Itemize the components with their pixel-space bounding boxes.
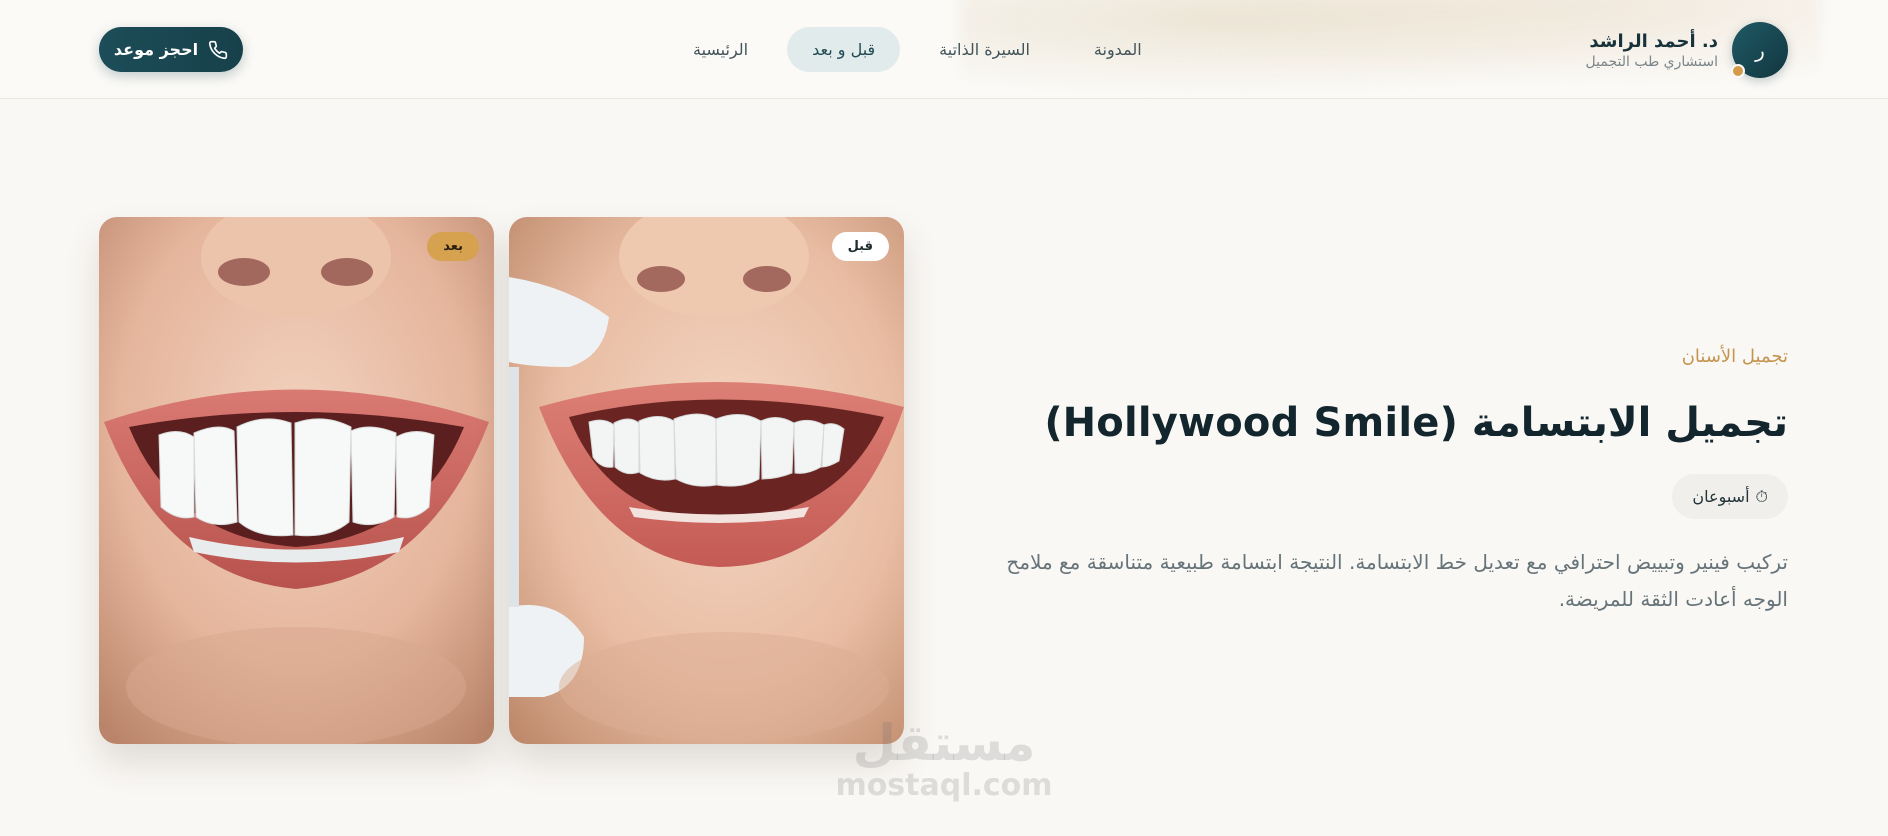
after-badge: بعد [427,232,479,261]
book-appointment-button[interactable]: احجز موعد [99,27,243,72]
main-nav: الرئيسية قبل و بعد السيرة الذاتية المدون… [668,27,1167,72]
case-title: تجميل الابتسامة (Hollywood Smile) [1044,400,1788,446]
after-photo[interactable]: بعد [99,217,494,744]
brand-text: د. أحمد الراشد استشاري طب التجميل [1586,31,1718,70]
watermark: مستقل mostaql.com [834,716,1054,802]
brand-subtitle: استشاري طب التجميل [1585,53,1718,70]
duration-label: أسبوعان [1692,487,1750,506]
brand[interactable]: ر د. أحمد الراشد استشاري طب التجميل [1586,21,1788,79]
after-smile-image [99,217,494,744]
status-dot [1731,64,1745,78]
before-photo[interactable]: قبل [509,217,904,744]
before-badge: قبل [831,232,889,261]
case-description: تركيب فينير وتبييض احترافي مع تعديل خط ا… [1006,550,1788,611]
nav-item-blog[interactable]: المدونة [1069,27,1167,72]
nav-item-cv[interactable]: السيرة الذاتية [914,27,1055,72]
brand-name: د. أحمد الراشد [1589,30,1718,52]
watermark-latin: mostaql.com [835,768,1053,803]
book-appointment-label: احجز موعد [113,40,199,59]
avatar-letter: ر [1755,38,1765,62]
nav-item-before-after[interactable]: قبل و بعد [787,27,901,72]
avatar: ر [1731,22,1788,78]
site-header: ر د. أحمد الراشد استشاري طب التجميل الرئ… [0,0,1888,99]
nav-item-home[interactable]: الرئيسية [668,27,773,72]
timer-icon: ⏱ [1755,486,1768,506]
phone-icon [209,40,228,59]
duration-badge: ⏱ أسبوعان [1672,474,1788,519]
watermark-arabic: مستقل [852,714,1036,772]
before-smile-image [509,217,904,744]
case-category: تجميل الأسنان [1681,346,1788,367]
